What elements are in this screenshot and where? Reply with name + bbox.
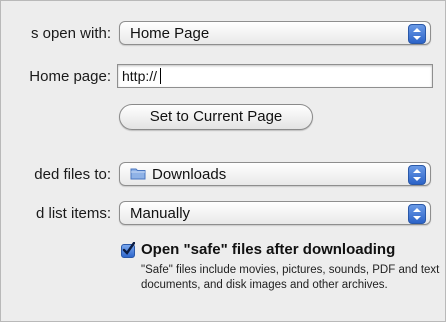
open-with-value: Home Page <box>130 25 210 42</box>
home-page-label: Home page: <box>29 68 111 85</box>
open-with-popup[interactable]: Home Page <box>119 21 431 45</box>
popup-arrows-icon <box>408 165 426 185</box>
list-items-label: d list items: <box>35 205 111 222</box>
list-items-popup[interactable]: Manually <box>119 201 431 225</box>
checkmark-icon <box>122 242 135 255</box>
list-items-value: Manually <box>130 205 191 222</box>
folder-icon <box>130 164 146 180</box>
popup-arrows-icon <box>408 204 426 224</box>
text-caret <box>160 68 162 84</box>
home-page-input[interactable]: http:// <box>117 64 433 88</box>
set-to-current-page-button[interactable]: Set to Current Page <box>119 104 313 130</box>
preferences-panel: s open with: Home Page Home page: http:/… <box>0 0 446 322</box>
open-safe-files-label[interactable]: Open "safe" files after downloading <box>141 241 395 258</box>
save-files-label: ded files to: <box>34 166 111 183</box>
downloads-folder-popup[interactable]: Downloads <box>119 162 431 186</box>
safe-files-help-text: "Safe" files include movies, pictures, s… <box>141 264 440 291</box>
open-with-label: s open with: <box>30 25 111 42</box>
downloads-folder-value: Downloads <box>152 166 227 183</box>
popup-arrows-icon <box>408 24 426 44</box>
open-safe-files-checkbox[interactable] <box>121 242 135 258</box>
home-page-value: http:// <box>122 68 158 84</box>
